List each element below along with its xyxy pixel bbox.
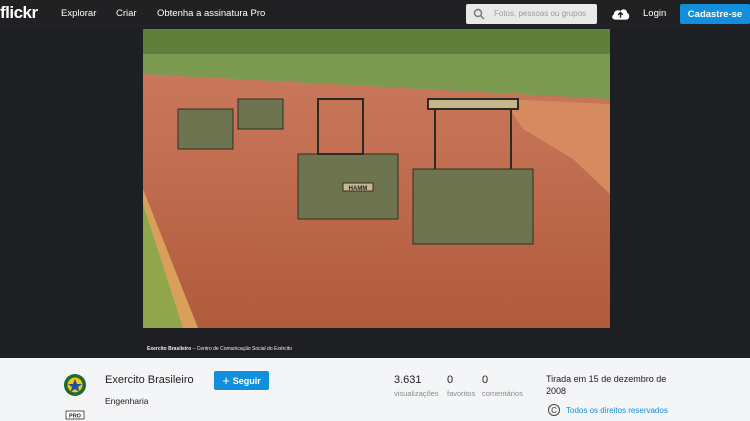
search-icon [473, 8, 485, 20]
license[interactable]: C Todos os direitos reservados [548, 404, 668, 416]
caption-credit: – Centro de Comunicação Social do Exérci… [191, 346, 293, 352]
stat-comments-value: 0 [482, 374, 489, 386]
plus-icon: + [222, 373, 230, 388]
follow-button[interactable]: + Seguir [214, 371, 269, 390]
pro-badge: PRO [69, 414, 82, 420]
author-name[interactable]: Exercito Brasileiro [105, 374, 194, 386]
license-link[interactable]: Todos os direitos reservados [566, 406, 668, 415]
stat-views-value: 3.631 [394, 374, 422, 386]
stat-favorites-value: 0 [447, 374, 454, 386]
stat-favorites-label: favoritos [447, 389, 476, 398]
photo-caption: Exercito Brasileiro – Centro de Comunica… [147, 346, 292, 352]
stat-views: 3.631 visualizações [394, 374, 439, 398]
search-placeholder: Fotos, pessoas ou grupos [494, 9, 587, 18]
nav-criar[interactable]: Criar [116, 8, 137, 19]
photo-info-panel: PRO Exercito Brasileiro + Seguir Engenha… [0, 358, 750, 421]
nav-explorar[interactable]: Explorar [61, 8, 96, 19]
upload-cloud-icon[interactable] [611, 6, 630, 21]
author-avatar[interactable]: PRO [63, 372, 87, 420]
main-photo[interactable]: HAMM [143, 29, 610, 328]
stat-comments-label: comentários [482, 389, 523, 398]
caption-author: Exercito Brasileiro [147, 346, 192, 352]
date-taken: Tirada em 15 de dezembro de 2008 [546, 374, 667, 396]
photo-stage: HAMM Exercito Brasileiro – Centro de Com… [0, 28, 750, 375]
copyright-icon: C [548, 404, 560, 416]
photo-group[interactable]: Engenharia [105, 396, 148, 406]
roller-brand-label: HAMM [349, 186, 368, 192]
flickr-logo[interactable]: flickr [0, 3, 38, 23]
search-input[interactable]: Fotos, pessoas ou grupos [466, 4, 597, 24]
follow-label: Seguir [232, 375, 261, 386]
stat-comments: 0 comentários [482, 374, 523, 398]
stat-favorites: 0 favoritos [447, 374, 475, 398]
top-navigation-bar: flickr Explorar Criar Obtenha a assinatu… [0, 0, 750, 28]
signup-button[interactable]: Cadastre-se [680, 4, 750, 24]
stat-views-label: visualizações [394, 389, 439, 398]
nav-get-pro[interactable]: Obtenha a assinatura Pro [157, 8, 265, 19]
login-link[interactable]: Login [643, 8, 666, 19]
